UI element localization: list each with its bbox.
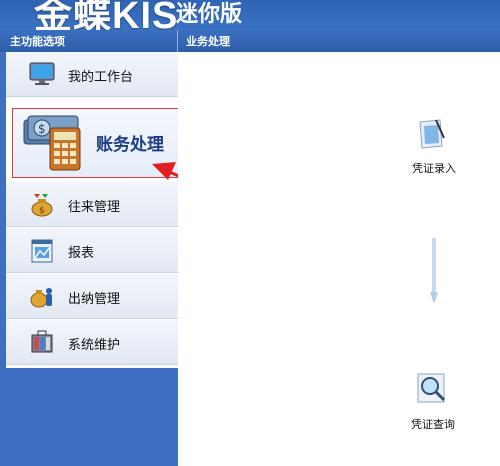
- voucher-query-label: 凭证查询: [411, 418, 455, 431]
- flow-arrow-down-icon: [430, 238, 438, 304]
- main-content: [178, 52, 500, 466]
- voucher-entry-icon[interactable]: [414, 116, 450, 152]
- voucher-query-icon[interactable]: [414, 370, 450, 406]
- voucher-entry-label: 凭证录入: [412, 162, 456, 175]
